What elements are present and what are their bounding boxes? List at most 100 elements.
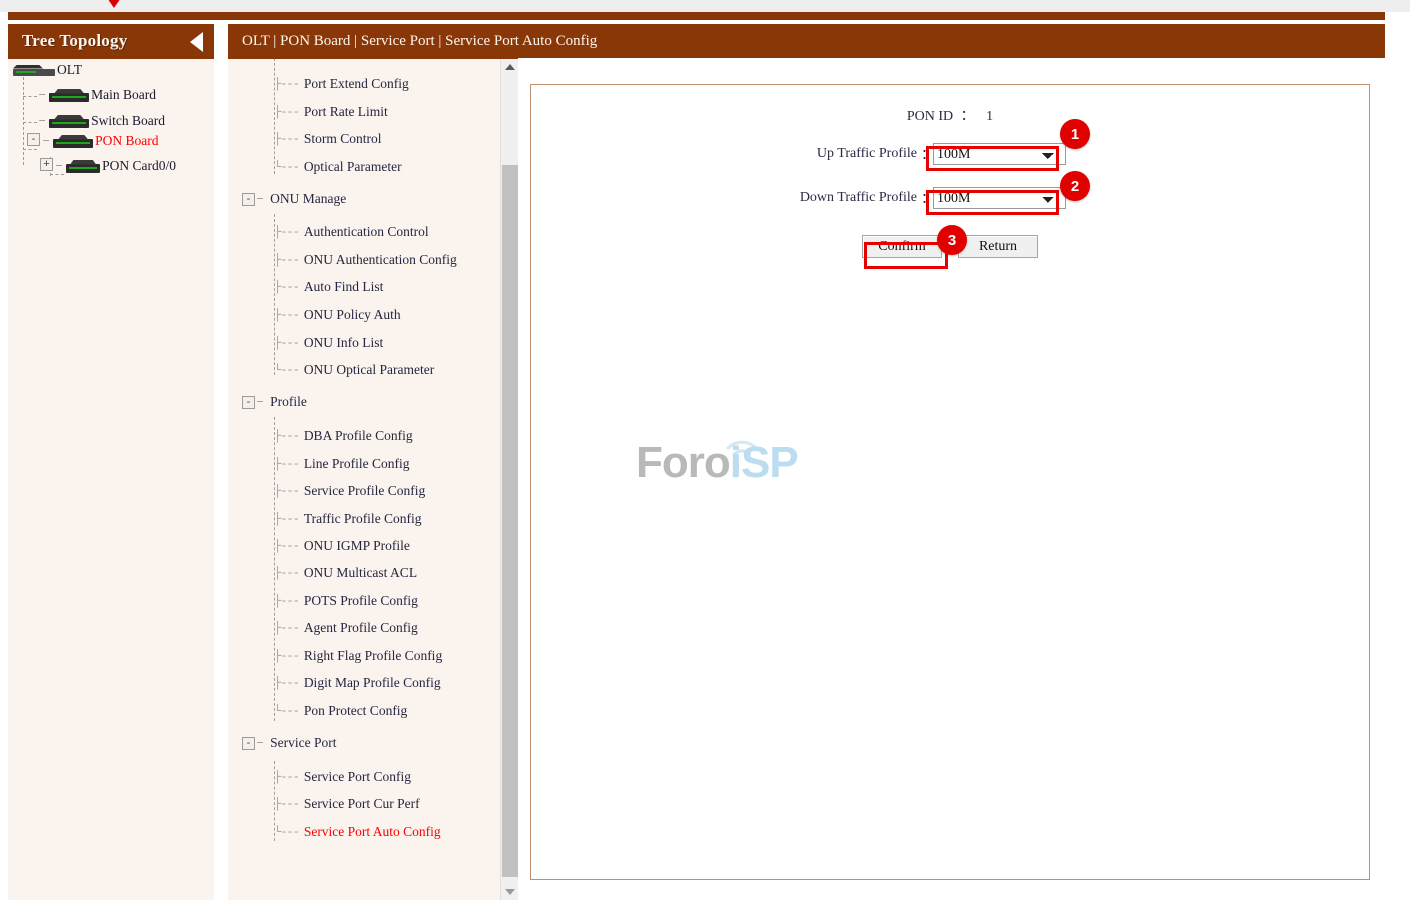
nav-group-label: Profile	[270, 394, 307, 409]
tree-item-olt[interactable]: OLT	[13, 62, 82, 78]
annotation-badge-3: 3	[937, 225, 967, 255]
up-traffic-profile-row: Up Traffic Profile ： 100M	[531, 143, 1369, 165]
tree-branch-icon: ├---	[274, 770, 300, 784]
nav-item-label: ONU Optical Parameter	[303, 362, 435, 377]
nav-item-dba-profile-config[interactable]: ├--- DBA Profile Config	[274, 428, 413, 444]
nav-item-port-extend-config[interactable]: ├--- Port Extend Config	[274, 76, 409, 92]
top-divider-rule	[8, 12, 1385, 20]
nav-item-onu-optical-parameter[interactable]: └--- ONU Optical Parameter	[274, 362, 434, 378]
nav-group-expander[interactable]: -	[242, 736, 255, 750]
tree-topology-body: OLT – Main Board – Switch Board - – PON …	[8, 59, 214, 900]
tree-topology-panel: Tree Topology OLT – Main Board – Switch …	[8, 24, 214, 900]
nav-item-line-profile-config[interactable]: ├--- Line Profile Config	[274, 456, 410, 472]
nav-item-port-rate-limit[interactable]: ├--- Port Rate Limit	[274, 104, 388, 120]
tree-connector	[23, 96, 37, 97]
tree-branch-icon: ├---	[274, 308, 300, 322]
watermark-i: i	[729, 438, 742, 487]
nav-item-digit-map-profile-config[interactable]: ├--- Digit Map Profile Config	[274, 675, 441, 691]
annotation-badge-2: 2	[1060, 171, 1090, 201]
auto-config-form: PON ID ： 1 Up Traffic Profile ： 100M Dow…	[531, 85, 1369, 879]
nav-scrollbar[interactable]	[500, 58, 518, 900]
nav-item-service-port-config[interactable]: ├--- Service Port Config	[274, 769, 411, 785]
nav-item-label: Optical Parameter	[303, 159, 402, 174]
tree-branch-icon: ├---	[274, 594, 300, 608]
scroll-down-arrow-icon[interactable]	[501, 883, 519, 900]
nav-item-onu-multicast-acl[interactable]: ├--- ONU Multicast ACL	[274, 565, 417, 581]
up-traffic-profile-colon: ：	[921, 148, 935, 163]
up-traffic-profile-label: Up Traffic Profile	[816, 146, 917, 161]
nav-item-storm-control[interactable]: ├--- Storm Control	[274, 131, 381, 147]
tree-branch-icon: ├---	[274, 253, 300, 267]
pon-id-label: PON ID	[906, 109, 954, 124]
tree-branch-icon: ├---	[274, 336, 300, 350]
tree-connector	[23, 149, 37, 150]
nav-item-label: Port Extend Config	[303, 76, 409, 91]
nav-menu-panel: ├--- Port Extend Config ├--- Port Rate L…	[228, 58, 518, 900]
nav-item-service-profile-config[interactable]: ├--- Service Profile Config	[274, 483, 425, 499]
nav-item-right-flag-profile-config[interactable]: ├--- Right Flag Profile Config	[274, 648, 442, 664]
tree-item-main-board[interactable]: – Main Board	[38, 87, 156, 103]
nav-item-onu-policy-auth[interactable]: ├--- ONU Policy Auth	[274, 307, 401, 323]
nav-group-expander[interactable]: -	[242, 395, 255, 409]
confirm-button[interactable]: Confirm	[862, 235, 942, 258]
down-traffic-profile-label: Down Traffic Profile	[799, 190, 917, 205]
nav-item-onu-authentication-config[interactable]: ├--- ONU Authentication Config	[274, 252, 457, 268]
nav-item-label: ONU IGMP Profile	[303, 538, 410, 553]
nav-group-expander[interactable]: -	[242, 192, 255, 206]
nav-group-service-port[interactable]: - – Service Port	[242, 735, 336, 751]
nav-menu-list: ├--- Port Extend Config ├--- Port Rate L…	[228, 58, 500, 900]
tree-branch-icon: ├---	[274, 539, 300, 553]
nav-item-label: Digit Map Profile Config	[303, 675, 441, 690]
tree-branch-icon: ├---	[274, 676, 300, 690]
up-traffic-profile-select[interactable]: 100M	[933, 143, 1066, 165]
nav-group-onu-manage[interactable]: - – ONU Manage	[242, 191, 346, 207]
nav-item-label: POTS Profile Config	[303, 593, 418, 608]
nav-group-label: Service Port	[270, 735, 337, 750]
down-traffic-profile-select[interactable]: 100M	[933, 187, 1066, 209]
tree-topology-header: Tree Topology	[8, 24, 214, 59]
scroll-up-arrow-icon[interactable]	[501, 58, 519, 75]
nav-item-onu-info-list[interactable]: ├--- ONU Info List	[274, 335, 383, 351]
nav-item-optical-parameter[interactable]: └--- Optical Parameter	[274, 159, 402, 175]
tree-item-pon-card[interactable]: – PON Card0/0	[55, 158, 176, 174]
nav-item-label: Traffic Profile Config	[303, 511, 422, 526]
tree-item-switch-board[interactable]: – Switch Board	[38, 113, 165, 129]
red-down-triangle-icon	[103, 0, 125, 8]
nav-item-service-port-auto-config[interactable]: └--- Service Port Auto Config	[274, 824, 441, 840]
tree-branch-icon: ├---	[274, 797, 300, 811]
tree-item-label: PON Board	[95, 133, 159, 148]
tree-branch-icon: ├---	[274, 512, 300, 526]
tree-connector	[23, 77, 24, 165]
nav-group-label: ONU Manage	[270, 191, 347, 206]
tree-branch-icon: ├---	[274, 429, 300, 443]
nav-item-pots-profile-config[interactable]: ├--- POTS Profile Config	[274, 593, 418, 609]
tree-branch-icon: ├---	[274, 280, 300, 294]
pon-id-colon: ：	[960, 109, 975, 124]
nav-item-agent-profile-config[interactable]: ├--- Agent Profile Config	[274, 620, 418, 636]
nav-item-auto-find-list[interactable]: ├--- Auto Find List	[274, 279, 383, 295]
nav-item-onu-igmp-profile[interactable]: ├--- ONU IGMP Profile	[274, 538, 410, 554]
nav-item-pon-protect-config[interactable]: └--- Pon Protect Config	[274, 703, 407, 719]
tree-branch-icon: ├---	[274, 566, 300, 580]
tree-expander-pon-board[interactable]: -	[27, 133, 40, 146]
tree-item-pon-board[interactable]: – PON Board	[42, 133, 158, 149]
nav-item-label: Port Rate Limit	[303, 104, 388, 119]
tree-branch-icon: ├---	[274, 132, 300, 146]
board-device-icon	[66, 159, 101, 173]
scrollbar-thumb[interactable]	[502, 165, 518, 877]
watermark-foro: Foro	[636, 438, 731, 487]
return-button[interactable]: Return	[958, 235, 1038, 258]
tree-branch-icon: └---	[274, 160, 300, 174]
nav-item-label: Right Flag Profile Config	[303, 648, 443, 663]
board-device-icon	[49, 114, 90, 128]
tree-expander-pon-card[interactable]: +	[40, 158, 53, 171]
nav-group-profile[interactable]: - – Profile	[242, 394, 307, 410]
collapse-left-arrow-icon[interactable]	[190, 32, 203, 52]
nav-item-authentication-control[interactable]: ├--- Authentication Control	[274, 224, 429, 240]
nav-item-service-port-cur-perf[interactable]: ├--- Service Port Cur Perf	[274, 796, 420, 812]
nav-item-label: Auto Find List	[303, 279, 384, 294]
tree-branch-icon: ├---	[274, 649, 300, 663]
nav-item-traffic-profile-config[interactable]: ├--- Traffic Profile Config	[274, 511, 422, 527]
down-traffic-profile-row: Down Traffic Profile ： 100M	[531, 187, 1369, 209]
watermark-sp: SP	[741, 438, 799, 487]
